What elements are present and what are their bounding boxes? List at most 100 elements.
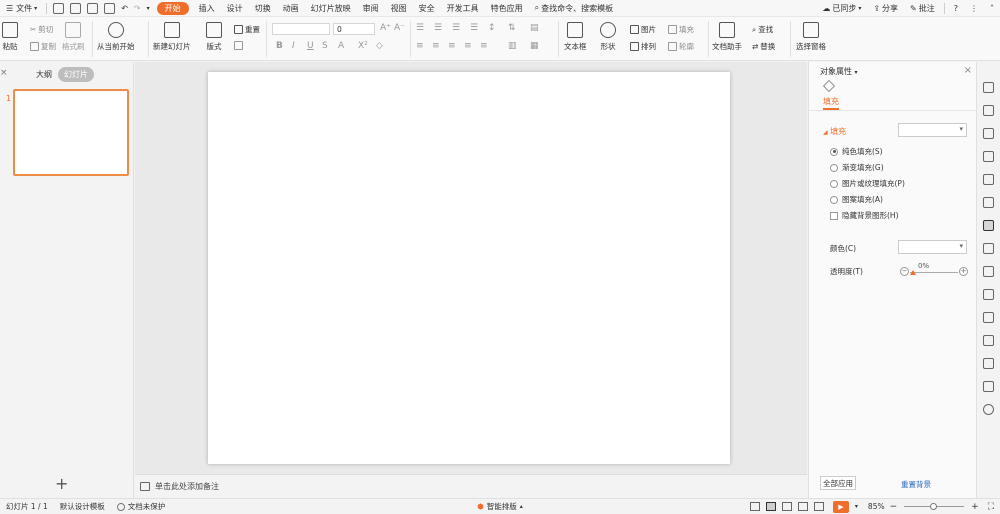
export-pdf-icon[interactable] — [70, 2, 82, 14]
decrease-button[interactable]: − — [900, 267, 909, 276]
cut-button[interactable]: ✂ 剪切 — [30, 24, 53, 35]
justify-button[interactable]: ≡ — [464, 41, 472, 51]
comment-button[interactable]: ✎ 批注 — [904, 0, 941, 17]
text-direction-button[interactable]: ⇅ — [508, 23, 516, 33]
columns-button[interactable]: ▥ — [508, 41, 517, 51]
align-right-button[interactable]: ≡ — [448, 41, 456, 51]
redo-button[interactable]: ↷ — [131, 0, 144, 17]
add-slide-button[interactable]: + — [55, 474, 68, 493]
solid-fill-option[interactable]: 纯色填充(S) — [830, 146, 883, 157]
tab-slides[interactable]: 幻灯片 — [58, 66, 94, 82]
zoom-level[interactable]: 85% — [866, 502, 887, 511]
align-left-button[interactable]: ≡ — [416, 41, 424, 51]
replace-button[interactable]: ⇄ 替换 — [752, 41, 775, 52]
template-name[interactable]: 默认设计模板 — [54, 501, 111, 512]
zoom-out-button[interactable]: − — [887, 502, 901, 512]
tab-animations[interactable]: 动画 — [277, 0, 305, 17]
reset-background-button[interactable]: 重置背景 — [901, 479, 931, 490]
picture-button[interactable]: 图片 — [630, 24, 656, 35]
new-window-icon[interactable] — [983, 105, 994, 116]
help-button[interactable]: ? — [948, 0, 964, 17]
protection-status[interactable]: 文档未保护 — [111, 501, 172, 512]
bold-button[interactable]: B — [276, 41, 283, 51]
undo-button[interactable]: ↶ — [118, 0, 131, 17]
format-painter-button[interactable]: 格式刷 — [62, 22, 85, 52]
star-icon[interactable] — [983, 82, 994, 93]
close-icon[interactable]: × — [964, 65, 972, 76]
pattern-fill-option[interactable]: 图案填充(A) — [830, 194, 883, 205]
picture-fill-option[interactable]: 图片或纹理填充(P) — [830, 178, 905, 189]
transparency-slider[interactable]: − 0% + — [900, 262, 968, 278]
font-size-select[interactable]: 0 — [333, 23, 375, 35]
chevron-down-icon[interactable]: ▾ — [855, 503, 858, 510]
outline-button[interactable]: 轮廓 — [668, 41, 694, 52]
slider-thumb[interactable] — [910, 270, 916, 275]
print-preview-icon[interactable] — [104, 2, 116, 14]
tab-transitions[interactable]: 切换 — [249, 0, 277, 17]
user-icon[interactable] — [983, 151, 994, 162]
font-family-select[interactable] — [272, 23, 330, 35]
font-color-button[interactable]: A — [338, 41, 344, 51]
share-button[interactable]: ⇪ 分享 — [867, 0, 904, 17]
gradient-fill-option[interactable]: 渐变填充(G) — [830, 162, 884, 173]
more-button[interactable]: ⋮ — [964, 0, 984, 17]
animation-icon[interactable] — [983, 243, 994, 254]
sync-button[interactable]: ☁ 已同步 ▾ — [816, 0, 867, 17]
customize-quick-access[interactable]: ▾ — [144, 0, 153, 17]
textbox-button[interactable]: 文本框 — [564, 22, 587, 52]
fill-type-dropdown[interactable] — [898, 123, 967, 137]
line-spacing-button[interactable]: ↕ — [488, 23, 496, 33]
image-icon[interactable] — [983, 312, 994, 323]
layout-button[interactable]: 版式 — [206, 22, 222, 52]
tab-special-apps[interactable]: 特色应用 — [485, 0, 529, 17]
tab-review[interactable]: 审阅 — [357, 0, 385, 17]
panel-title[interactable]: 对象属性 ▾ — [820, 66, 858, 77]
hide-background-checkbox[interactable]: 隐藏背景图形(H) — [830, 210, 899, 221]
increase-font-button[interactable]: A⁺ — [380, 23, 391, 33]
smartart-button[interactable]: ▦ — [530, 41, 539, 51]
fit-window-icon[interactable]: ⛶ — [982, 502, 1000, 512]
doc-assistant-button[interactable]: 文档助手 — [712, 22, 742, 52]
new-slide-button[interactable]: 新建幻灯片 — [153, 22, 191, 52]
text-align-button[interactable]: ▤ — [530, 23, 539, 33]
collapse-ribbon-button[interactable]: ˄ — [984, 0, 1000, 17]
speaker-icon[interactable] — [983, 335, 994, 346]
export-icon[interactable] — [983, 266, 994, 277]
print-icon[interactable] — [87, 2, 99, 14]
tab-home[interactable]: 开始 — [156, 1, 189, 15]
tab-outline[interactable]: 大纲 — [30, 67, 58, 82]
arrange-button[interactable]: 排列 — [630, 41, 656, 52]
slide-thumbnail[interactable] — [13, 89, 129, 176]
decrease-font-button[interactable]: A⁻ — [394, 23, 405, 33]
tab-design[interactable]: 设计 — [221, 0, 249, 17]
shape-button[interactable]: 形状 — [600, 22, 616, 52]
zoom-in-button[interactable]: + — [968, 502, 982, 512]
shield-icon[interactable] — [983, 358, 994, 369]
notes-bar[interactable]: 单击此处添加备注 — [135, 474, 807, 498]
paper-icon[interactable] — [983, 289, 994, 300]
reset-button[interactable]: 重置 — [234, 24, 260, 35]
tab-fill[interactable]: 填充 — [823, 96, 839, 110]
from-current-slide-button[interactable]: 从当前开始 — [97, 22, 135, 52]
tab-security[interactable]: 安全 — [413, 0, 441, 17]
history-icon[interactable] — [983, 381, 994, 392]
section-button[interactable] — [234, 41, 245, 50]
fill-section-header[interactable]: ◢ 填充 — [823, 126, 846, 137]
slide-canvas[interactable] — [208, 72, 730, 464]
smart-layout-button[interactable]: ⬢ 智能排版 ▴ — [471, 501, 529, 512]
numbering-button[interactable]: ☰ — [434, 23, 442, 33]
zoom-slider[interactable] — [904, 503, 965, 510]
italic-button[interactable]: I — [292, 41, 295, 51]
color-dropdown[interactable] — [898, 240, 967, 254]
select-pane-button[interactable]: 选择窗格 — [796, 22, 826, 52]
command-search[interactable]: ⌕ 查找命令、搜索模板 — [529, 0, 619, 17]
clear-format-button[interactable]: ◇ — [376, 41, 383, 51]
apply-all-button[interactable]: 全部应用 — [820, 476, 856, 490]
save-icon[interactable] — [53, 2, 65, 14]
zoom-knob[interactable] — [930, 503, 938, 510]
tab-insert[interactable]: 插入 — [193, 0, 221, 17]
file-menu[interactable]: ☰ 文件 ▾ — [0, 0, 43, 17]
tab-view[interactable]: 视图 — [385, 0, 413, 17]
spacing-button[interactable]: X² — [358, 41, 368, 51]
tab-developer[interactable]: 开发工具 — [441, 0, 485, 17]
